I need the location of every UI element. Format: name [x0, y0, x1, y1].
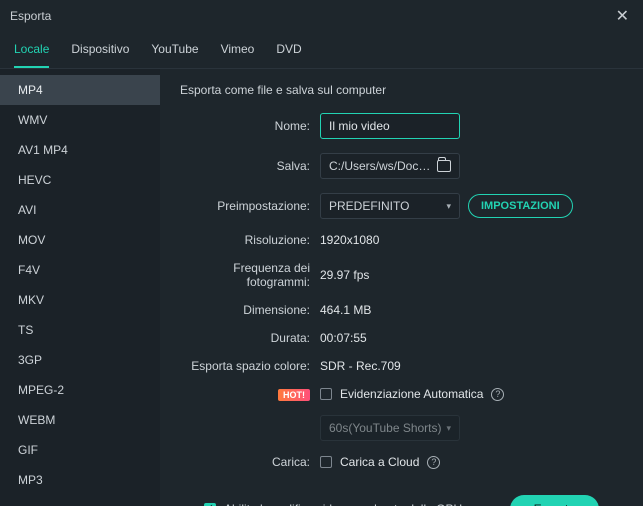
- tab-locale[interactable]: Locale: [14, 36, 49, 68]
- label-save: Salva:: [180, 159, 320, 173]
- help-icon[interactable]: ?: [491, 388, 504, 401]
- label-hot: HOT!: [180, 387, 320, 401]
- tab-device[interactable]: Dispositivo: [71, 36, 129, 68]
- preset-select[interactable]: PREDEFINITO ▾: [320, 193, 460, 219]
- tab-vimeo[interactable]: Vimeo: [221, 36, 255, 68]
- value-size: 464.1 MB: [320, 303, 371, 317]
- highlight-preset-text: 60s(YouTube Shorts): [329, 421, 442, 435]
- window-title: Esporta: [10, 9, 51, 23]
- label-preset: Preimpostazione:: [180, 199, 320, 213]
- format-gif[interactable]: GIF: [0, 435, 160, 465]
- hot-badge: HOT!: [278, 389, 310, 401]
- chevron-down-icon: ▾: [446, 423, 451, 434]
- format-avi[interactable]: AVI: [0, 195, 160, 225]
- folder-icon[interactable]: [437, 160, 451, 172]
- value-fps: 29.97 fps: [320, 268, 369, 282]
- format-mp4[interactable]: MP4: [0, 75, 160, 105]
- format-f4v[interactable]: F4V: [0, 255, 160, 285]
- save-path-field[interactable]: C:/Users/ws/Documents/W: [320, 153, 460, 179]
- auto-highlight-checkbox[interactable]: [320, 388, 332, 400]
- auto-highlight-label: Evidenziazione Automatica: [340, 387, 483, 401]
- format-3gp[interactable]: 3GP: [0, 345, 160, 375]
- name-input[interactable]: [320, 113, 460, 139]
- format-wmv[interactable]: WMV: [0, 105, 160, 135]
- label-fps: Frequenza dei fotogrammi:: [180, 261, 320, 289]
- tab-youtube[interactable]: YouTube: [151, 36, 198, 68]
- format-mpeg2[interactable]: MPEG-2: [0, 375, 160, 405]
- export-button[interactable]: Esporta: [510, 495, 599, 506]
- format-webm[interactable]: WEBM: [0, 405, 160, 435]
- format-sidebar: MP4 WMV AV1 MP4 HEVC AVI MOV F4V MKV TS …: [0, 69, 160, 506]
- label-resolution: Risoluzione:: [180, 233, 320, 247]
- help-icon[interactable]: ?: [427, 456, 440, 469]
- save-path-text: C:/Users/ws/Documents/W: [329, 159, 431, 173]
- label-upload: Carica:: [180, 455, 320, 469]
- format-ts[interactable]: TS: [0, 315, 160, 345]
- label-duration: Durata:: [180, 331, 320, 345]
- settings-button[interactable]: IMPOSTAZIONI: [468, 194, 573, 218]
- value-colorspace: SDR - Rec.709: [320, 359, 401, 373]
- format-av1mp4[interactable]: AV1 MP4: [0, 135, 160, 165]
- format-mkv[interactable]: MKV: [0, 285, 160, 315]
- format-mp3[interactable]: MP3: [0, 465, 160, 495]
- label-colorspace: Esporta spazio colore:: [180, 359, 320, 373]
- tab-dvd[interactable]: DVD: [276, 36, 301, 68]
- upload-cloud-label: Carica a Cloud: [340, 455, 419, 469]
- format-hevc[interactable]: HEVC: [0, 165, 160, 195]
- value-duration: 00:07:55: [320, 331, 367, 345]
- gpu-accel-label: Abilita la codifica video accelerata dal…: [224, 502, 462, 506]
- format-mov[interactable]: MOV: [0, 225, 160, 255]
- preset-selected: PREDEFINITO: [329, 199, 409, 213]
- tab-bar: Locale Dispositivo YouTube Vimeo DVD: [0, 32, 643, 69]
- chevron-down-icon: ▾: [446, 201, 451, 212]
- label-size: Dimensione:: [180, 303, 320, 317]
- close-icon[interactable]: ✕: [612, 6, 633, 26]
- export-heading: Esporta come file e salva sul computer: [180, 83, 623, 97]
- highlight-preset-select: 60s(YouTube Shorts) ▾: [320, 415, 460, 441]
- label-name: Nome:: [180, 119, 320, 133]
- value-resolution: 1920x1080: [320, 233, 379, 247]
- upload-cloud-checkbox[interactable]: [320, 456, 332, 468]
